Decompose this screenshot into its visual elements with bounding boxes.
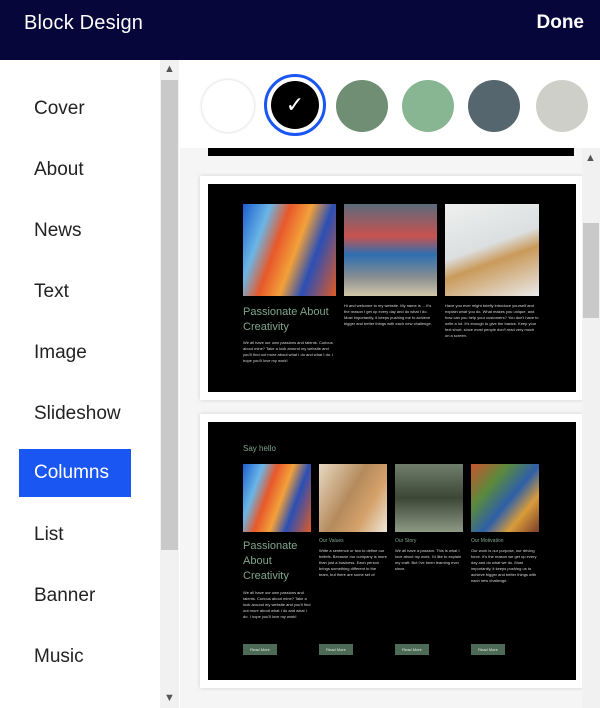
column-heading: Passionate About Creativity [243, 306, 329, 333]
sidebar-item-slideshow[interactable]: Slideshow [19, 390, 131, 438]
column-text-3: Have you ever might briefly introduce yo… [445, 303, 539, 338]
read-more-button-1: Read More [243, 644, 277, 655]
say-hello-label: Say hello [243, 444, 276, 453]
scroll-up-icon[interactable]: ▲ [582, 150, 599, 167]
panel-title: Block Design [24, 12, 144, 34]
block-preview-dark: Passionate About Creativity We all have … [208, 184, 576, 392]
sidebar-item-list[interactable]: List [19, 511, 131, 559]
swatch-light-green[interactable] [402, 80, 454, 132]
sidebar-item-image[interactable]: Image [19, 329, 131, 377]
painting-image-2 [243, 464, 311, 532]
color-swatch-row: ✓ [180, 60, 600, 148]
sidebar-item-news[interactable]: News [19, 207, 131, 255]
read-more-button-3: Read More [395, 644, 429, 655]
sidebar-item-text[interactable]: Text [19, 268, 131, 316]
app-header: Block Design Done [0, 0, 600, 60]
read-more-button-2: Read More [319, 644, 353, 655]
column-text-1: We all have our own passions and talents… [243, 340, 334, 363]
portrait-image [395, 464, 463, 532]
scroll-down-icon[interactable]: ▼ [161, 690, 178, 707]
painting-image [243, 204, 336, 296]
block-option-columns-2[interactable]: Say hello Passionate About Creativity We… [200, 414, 582, 688]
motivation-text: Our work is our purpose, our driving for… [471, 548, 537, 583]
story-title: Our Story [395, 538, 417, 544]
preview-scroll-thumb[interactable] [583, 223, 599, 318]
sidebar-scrollbar[interactable]: ▲ ▼ [160, 60, 179, 708]
block-preview-list: Passionate About Creativity We all have … [180, 148, 582, 708]
intro-text: We all have our own passions and talents… [243, 590, 311, 619]
scroll-up-icon[interactable]: ▲ [161, 61, 178, 78]
preview-scrollbar[interactable]: ▲ [582, 148, 600, 708]
story-text: We all have a passion. This is what I lo… [395, 548, 462, 571]
office-image [445, 204, 539, 296]
column-text-2: Hi and welcome to my website. My name is… [344, 303, 432, 326]
done-button[interactable]: Done [537, 12, 585, 34]
swatch-white[interactable] [202, 80, 254, 132]
sidebar-item-music[interactable]: Music [19, 633, 131, 681]
swatch-dark-sage[interactable] [336, 80, 388, 132]
sidebar-item-about[interactable]: About [19, 146, 131, 194]
street-art-image [344, 204, 437, 296]
block-type-sidebar: Cover About News Text Image Slideshow Co… [0, 60, 160, 708]
swatch-light-gray[interactable] [536, 80, 588, 132]
checkmark-icon: ✓ [285, 92, 305, 117]
block-preview-dark-2: Say hello Passionate About Creativity We… [208, 422, 576, 680]
sidebar-item-banner[interactable]: Banner [19, 572, 131, 620]
swatch-black-selected[interactable]: ✓ [264, 74, 326, 136]
intro-heading: Passionate About Creativity [243, 540, 298, 582]
values-text: Write a sentence or two to define our be… [319, 548, 387, 577]
craft-table-image [319, 464, 387, 532]
sidebar-item-cover[interactable]: Cover [19, 85, 131, 133]
block-option-columns-1[interactable]: Passionate About Creativity We all have … [200, 176, 582, 400]
motivation-title: Our Motivation [471, 538, 504, 544]
artwork-image [471, 464, 539, 532]
values-title: Our Values [319, 538, 344, 544]
sidebar-scroll-thumb[interactable] [161, 80, 178, 550]
swatch-slate[interactable] [468, 80, 520, 132]
read-more-button-4: Read More [471, 644, 505, 655]
sidebar-item-columns[interactable]: Columns [19, 449, 131, 497]
previous-block-edge [208, 148, 574, 156]
